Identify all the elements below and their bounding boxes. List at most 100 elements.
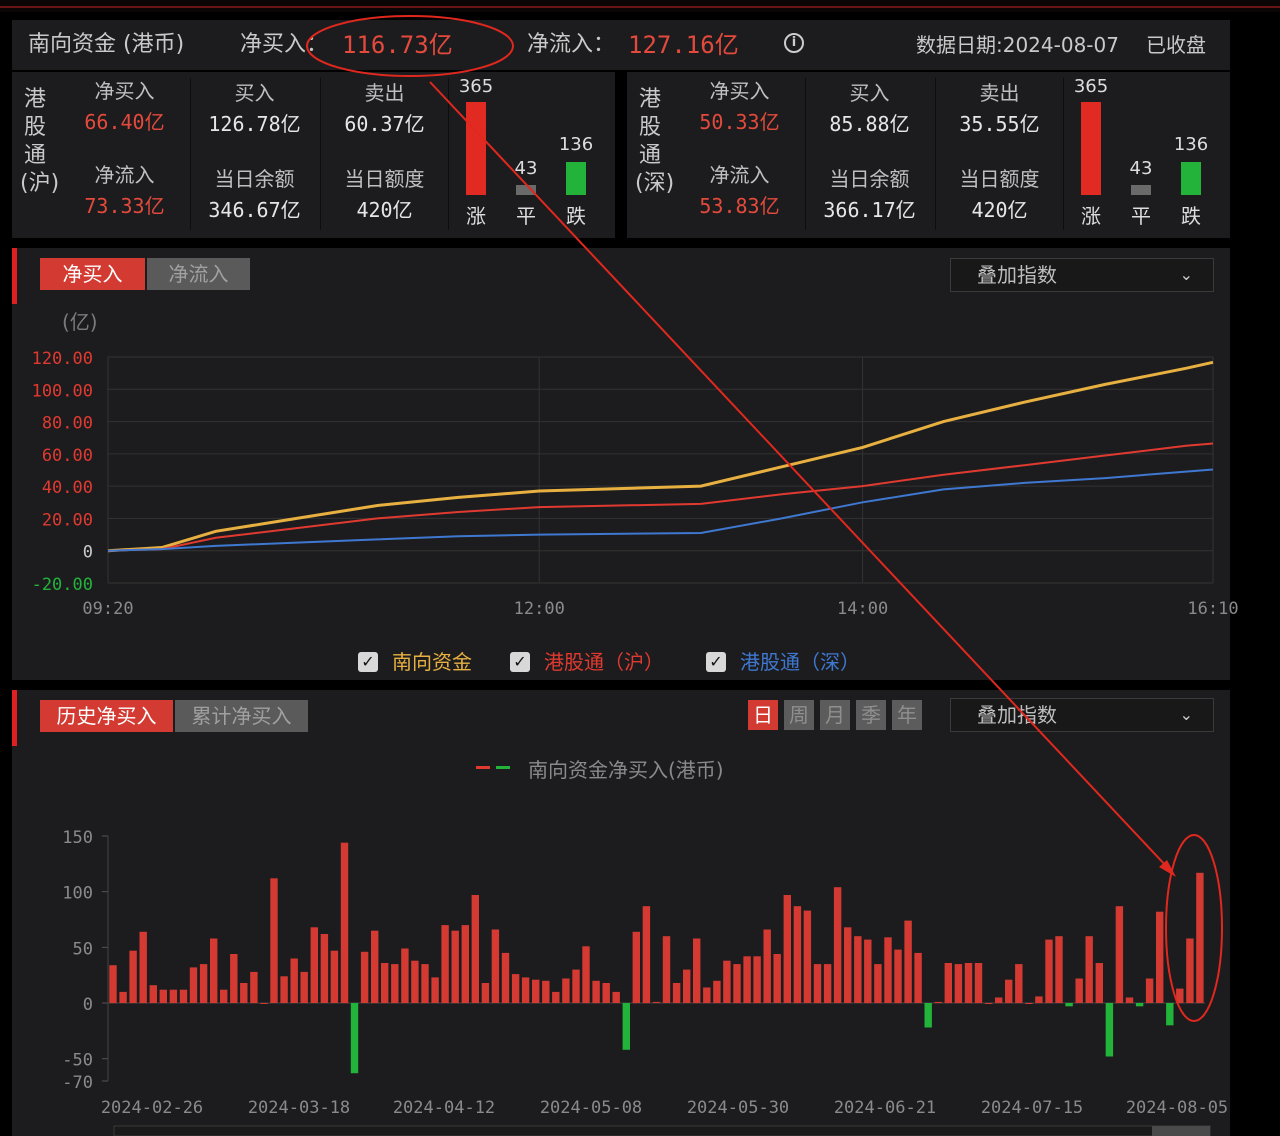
bar (874, 964, 882, 1004)
bar (330, 950, 339, 1003)
bar (562, 978, 570, 1003)
bar (350, 1003, 359, 1074)
y-tick-label: -20.00 (32, 575, 93, 595)
range-scrollbar (113, 1125, 1211, 1136)
series-line-1 (107, 360, 1214, 553)
bar (1065, 1003, 1073, 1007)
bar (662, 936, 671, 1003)
x-tick-label: 2024-07-15 (981, 1098, 1083, 1118)
bar (763, 929, 771, 1003)
bar (491, 929, 500, 1003)
bar (1166, 1003, 1174, 1026)
bar (521, 977, 530, 1003)
bar (964, 963, 973, 1004)
bar (371, 930, 379, 1004)
bar (1156, 911, 1164, 1003)
bar (642, 906, 651, 1004)
bar (139, 931, 147, 1004)
bar (391, 964, 399, 1004)
bar (924, 1003, 932, 1028)
annotation-circle (1165, 834, 1223, 1022)
bar (894, 949, 902, 1004)
bar (501, 952, 510, 1003)
bar (381, 963, 389, 1004)
bar (1186, 938, 1194, 1004)
bar (270, 878, 278, 1003)
x-tick-label: 2024-08-05 (1126, 1098, 1228, 1118)
bar (240, 983, 248, 1003)
bar (280, 976, 288, 1003)
bar (632, 931, 640, 1004)
bar (189, 967, 198, 1003)
bar (1095, 963, 1103, 1004)
bar (693, 938, 701, 1004)
bar (803, 910, 812, 1003)
bar (793, 906, 802, 1004)
bar (833, 887, 842, 1003)
bar (250, 971, 258, 1004)
bar (260, 1003, 268, 1004)
y-tick-label: 0 (83, 543, 93, 563)
bar (1196, 872, 1204, 1004)
bar (954, 964, 963, 1004)
bar (1145, 978, 1154, 1003)
x-tick-label: 2024-04-12 (393, 1098, 495, 1118)
bar (582, 946, 590, 1004)
bar (934, 1001, 942, 1003)
bar (974, 963, 983, 1004)
x-tick-label: 12:00 (514, 599, 565, 619)
series-line-2 (107, 442, 1214, 552)
bar (1085, 936, 1093, 1003)
bar (441, 925, 449, 1004)
x-tick-label: 2024-03-18 (248, 1098, 350, 1118)
bar (984, 1003, 993, 1004)
bar (310, 927, 318, 1003)
y-tick-label: 150 (62, 828, 93, 848)
bar (1035, 996, 1043, 1004)
y-tick-label: 0 (83, 995, 93, 1015)
bar (360, 951, 369, 1003)
bar (884, 937, 892, 1003)
bar (421, 964, 429, 1004)
bar (129, 950, 137, 1003)
y-tick-label: 80.00 (42, 414, 93, 434)
bar (340, 842, 349, 1004)
bar (532, 979, 540, 1004)
y-tick-label: -70 (62, 1073, 93, 1093)
bar (1115, 906, 1124, 1004)
bar (552, 991, 560, 1003)
bar (1105, 1003, 1114, 1057)
bar (220, 989, 228, 1004)
bar (672, 983, 681, 1003)
x-tick-label: 09:20 (82, 599, 133, 619)
bar (723, 960, 731, 1003)
y-tick-label: 40.00 (42, 478, 93, 498)
x-tick-label: 14:00 (837, 599, 888, 619)
bar (179, 989, 188, 1004)
bar (401, 948, 409, 1004)
bar (1005, 979, 1013, 1004)
series-line-3 (107, 468, 1214, 552)
bar (230, 954, 238, 1003)
scrollbar-thumb (1152, 1126, 1210, 1136)
y-tick-label: 60.00 (42, 446, 93, 466)
bar (713, 980, 721, 1004)
bar (431, 977, 439, 1003)
bar (844, 927, 852, 1003)
bar (1025, 1003, 1033, 1004)
y-tick-label: 20.00 (42, 510, 93, 530)
bar (652, 1001, 661, 1003)
bar (411, 960, 419, 1003)
bar (119, 991, 127, 1003)
bar (1055, 936, 1063, 1003)
bar (481, 983, 490, 1003)
bar (602, 983, 610, 1003)
bar (471, 895, 479, 1003)
bar (854, 936, 862, 1003)
bar (199, 964, 208, 1004)
bar (542, 980, 550, 1004)
bar (783, 895, 791, 1003)
bar (1015, 964, 1023, 1004)
bar (823, 964, 832, 1004)
bar (320, 934, 329, 1003)
